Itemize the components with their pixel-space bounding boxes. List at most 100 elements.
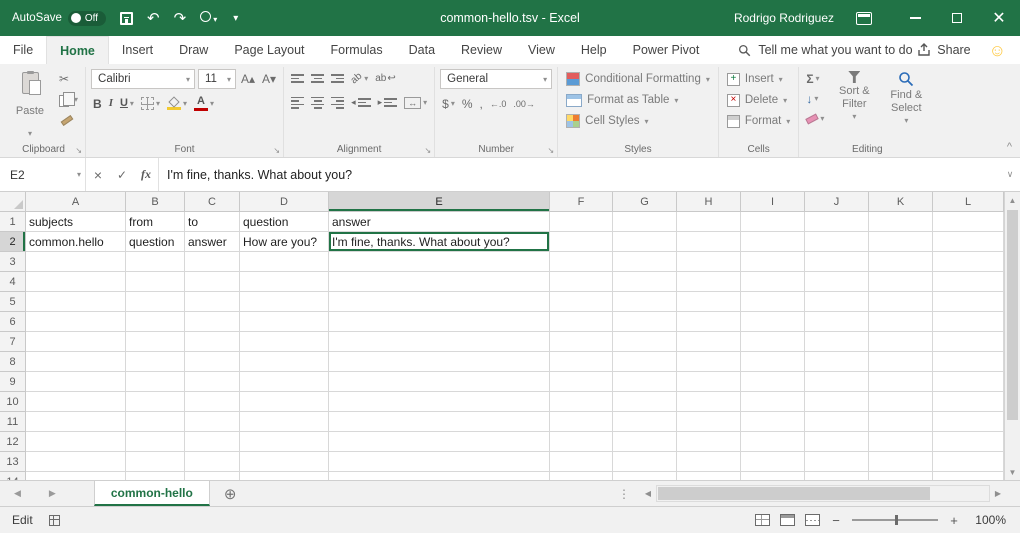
maximize-button[interactable] — [936, 0, 978, 36]
cell-D4[interactable] — [240, 272, 329, 292]
cell-H5[interactable] — [677, 292, 741, 312]
collapse-ribbon-button[interactable]: ^ — [1007, 141, 1012, 153]
column-header-C[interactable]: C — [185, 192, 240, 212]
zoom-in-button[interactable]: + — [948, 513, 960, 528]
cell-K9[interactable] — [869, 372, 933, 392]
cell-G9[interactable] — [613, 372, 677, 392]
column-header-J[interactable]: J — [805, 192, 869, 212]
cell-E5[interactable] — [329, 292, 550, 312]
cell-J7[interactable] — [805, 332, 869, 352]
tab-data[interactable]: Data — [396, 36, 448, 64]
cell-A13[interactable] — [26, 452, 126, 472]
row-header-3[interactable]: 3 — [0, 252, 26, 272]
cell-C9[interactable] — [185, 372, 240, 392]
tell-me-search[interactable]: Tell me what you want to do — [738, 36, 912, 64]
insert-cells-button[interactable]: +Insert▾ — [724, 69, 793, 89]
cell-K5[interactable] — [869, 292, 933, 312]
paste-button[interactable]: Paste ▾ — [7, 69, 53, 141]
cell-K11[interactable] — [869, 412, 933, 432]
formula-input[interactable]: I'm fine, thanks. What about you? — [158, 158, 1000, 191]
name-box[interactable]: E2▾ — [0, 158, 86, 191]
cell-A5[interactable] — [26, 292, 126, 312]
cell-H10[interactable] — [677, 392, 741, 412]
cell-G10[interactable] — [613, 392, 677, 412]
cell-A7[interactable] — [26, 332, 126, 352]
expand-formula-bar-button[interactable]: ∨ — [1000, 158, 1020, 191]
format-as-table-button[interactable]: Format as Table▾ — [563, 90, 713, 110]
font-size-combo[interactable]: 11▾ — [198, 69, 236, 89]
row-header-11[interactable]: 11 — [0, 412, 26, 432]
cell-C13[interactable] — [185, 452, 240, 472]
cell-J6[interactable] — [805, 312, 869, 332]
cell-H2[interactable] — [677, 232, 741, 252]
cell-G8[interactable] — [613, 352, 677, 372]
cell-H9[interactable] — [677, 372, 741, 392]
cell-A11[interactable] — [26, 412, 126, 432]
cell-I2[interactable] — [741, 232, 805, 252]
cell-K2[interactable] — [869, 232, 933, 252]
share-button[interactable]: Share — [917, 43, 970, 57]
cell-H4[interactable] — [677, 272, 741, 292]
cell-L13[interactable] — [933, 452, 1004, 472]
accounting-format-button[interactable]: $▾ — [440, 94, 457, 113]
cell-H13[interactable] — [677, 452, 741, 472]
bottom-align-button[interactable] — [329, 69, 346, 88]
cell-D10[interactable] — [240, 392, 329, 412]
cell-L4[interactable] — [933, 272, 1004, 292]
column-header-L[interactable]: L — [933, 192, 1004, 212]
cell-L1[interactable] — [933, 212, 1004, 232]
increase-decimal-button[interactable]: ←.0 — [488, 94, 509, 113]
redo-button[interactable]: ↷ — [174, 11, 187, 26]
cell-G3[interactable] — [613, 252, 677, 272]
cell-I3[interactable] — [741, 252, 805, 272]
cell-I8[interactable] — [741, 352, 805, 372]
cell-B14[interactable] — [126, 472, 185, 480]
cell-A8[interactable] — [26, 352, 126, 372]
tab-page-layout[interactable]: Page Layout — [221, 36, 317, 64]
row-header-13[interactable]: 13 — [0, 452, 26, 472]
cell-L14[interactable] — [933, 472, 1004, 480]
cell-K3[interactable] — [869, 252, 933, 272]
cell-E12[interactable] — [329, 432, 550, 452]
row-header-7[interactable]: 7 — [0, 332, 26, 352]
cell-D9[interactable] — [240, 372, 329, 392]
cell-C7[interactable] — [185, 332, 240, 352]
tab-help[interactable]: Help — [568, 36, 620, 64]
cell-G14[interactable] — [613, 472, 677, 480]
cell-C12[interactable] — [185, 432, 240, 452]
vertical-scrollbar[interactable]: ▲ ▼ — [1004, 192, 1020, 480]
cell-A4[interactable] — [26, 272, 126, 292]
cell-F6[interactable] — [550, 312, 613, 332]
page-layout-view-button[interactable] — [780, 514, 795, 526]
cell-F8[interactable] — [550, 352, 613, 372]
clipboard-dialog-launcher[interactable]: ↘ — [75, 146, 82, 155]
merge-center-button[interactable]: ↔▾ — [402, 93, 429, 112]
cell-C2[interactable]: answer — [185, 232, 240, 252]
cell-C4[interactable] — [185, 272, 240, 292]
cell-G13[interactable] — [613, 452, 677, 472]
alignment-dialog-launcher[interactable]: ↘ — [424, 146, 431, 155]
cell-D8[interactable] — [240, 352, 329, 372]
cell-L10[interactable] — [933, 392, 1004, 412]
cell-G11[interactable] — [613, 412, 677, 432]
tab-formulas[interactable]: Formulas — [318, 36, 396, 64]
cell-K4[interactable] — [869, 272, 933, 292]
cell-E14[interactable] — [329, 472, 550, 480]
horizontal-scroll-track[interactable] — [656, 485, 990, 502]
vertical-scroll-track[interactable] — [1005, 208, 1020, 464]
cell-I9[interactable] — [741, 372, 805, 392]
enter-button[interactable]: ✓ — [110, 158, 134, 191]
decrease-indent-button[interactable]: ◂ — [349, 93, 373, 112]
cell-E1[interactable]: answer — [329, 212, 550, 232]
cell-K12[interactable] — [869, 432, 933, 452]
number-dialog-launcher[interactable]: ↘ — [547, 146, 554, 155]
cell-B10[interactable] — [126, 392, 185, 412]
percent-style-button[interactable]: % — [460, 94, 475, 113]
cell-I1[interactable] — [741, 212, 805, 232]
undo-button[interactable]: ↶ — [147, 11, 160, 26]
cell-E2[interactable]: I'm fine, thanks. What about you? — [329, 232, 550, 252]
sort-filter-button[interactable]: Sort & Filter ▾ — [830, 69, 878, 141]
fill-button[interactable]: ↓▾ — [804, 89, 826, 108]
row-header-14[interactable]: 14 — [0, 472, 26, 480]
cell-I13[interactable] — [741, 452, 805, 472]
